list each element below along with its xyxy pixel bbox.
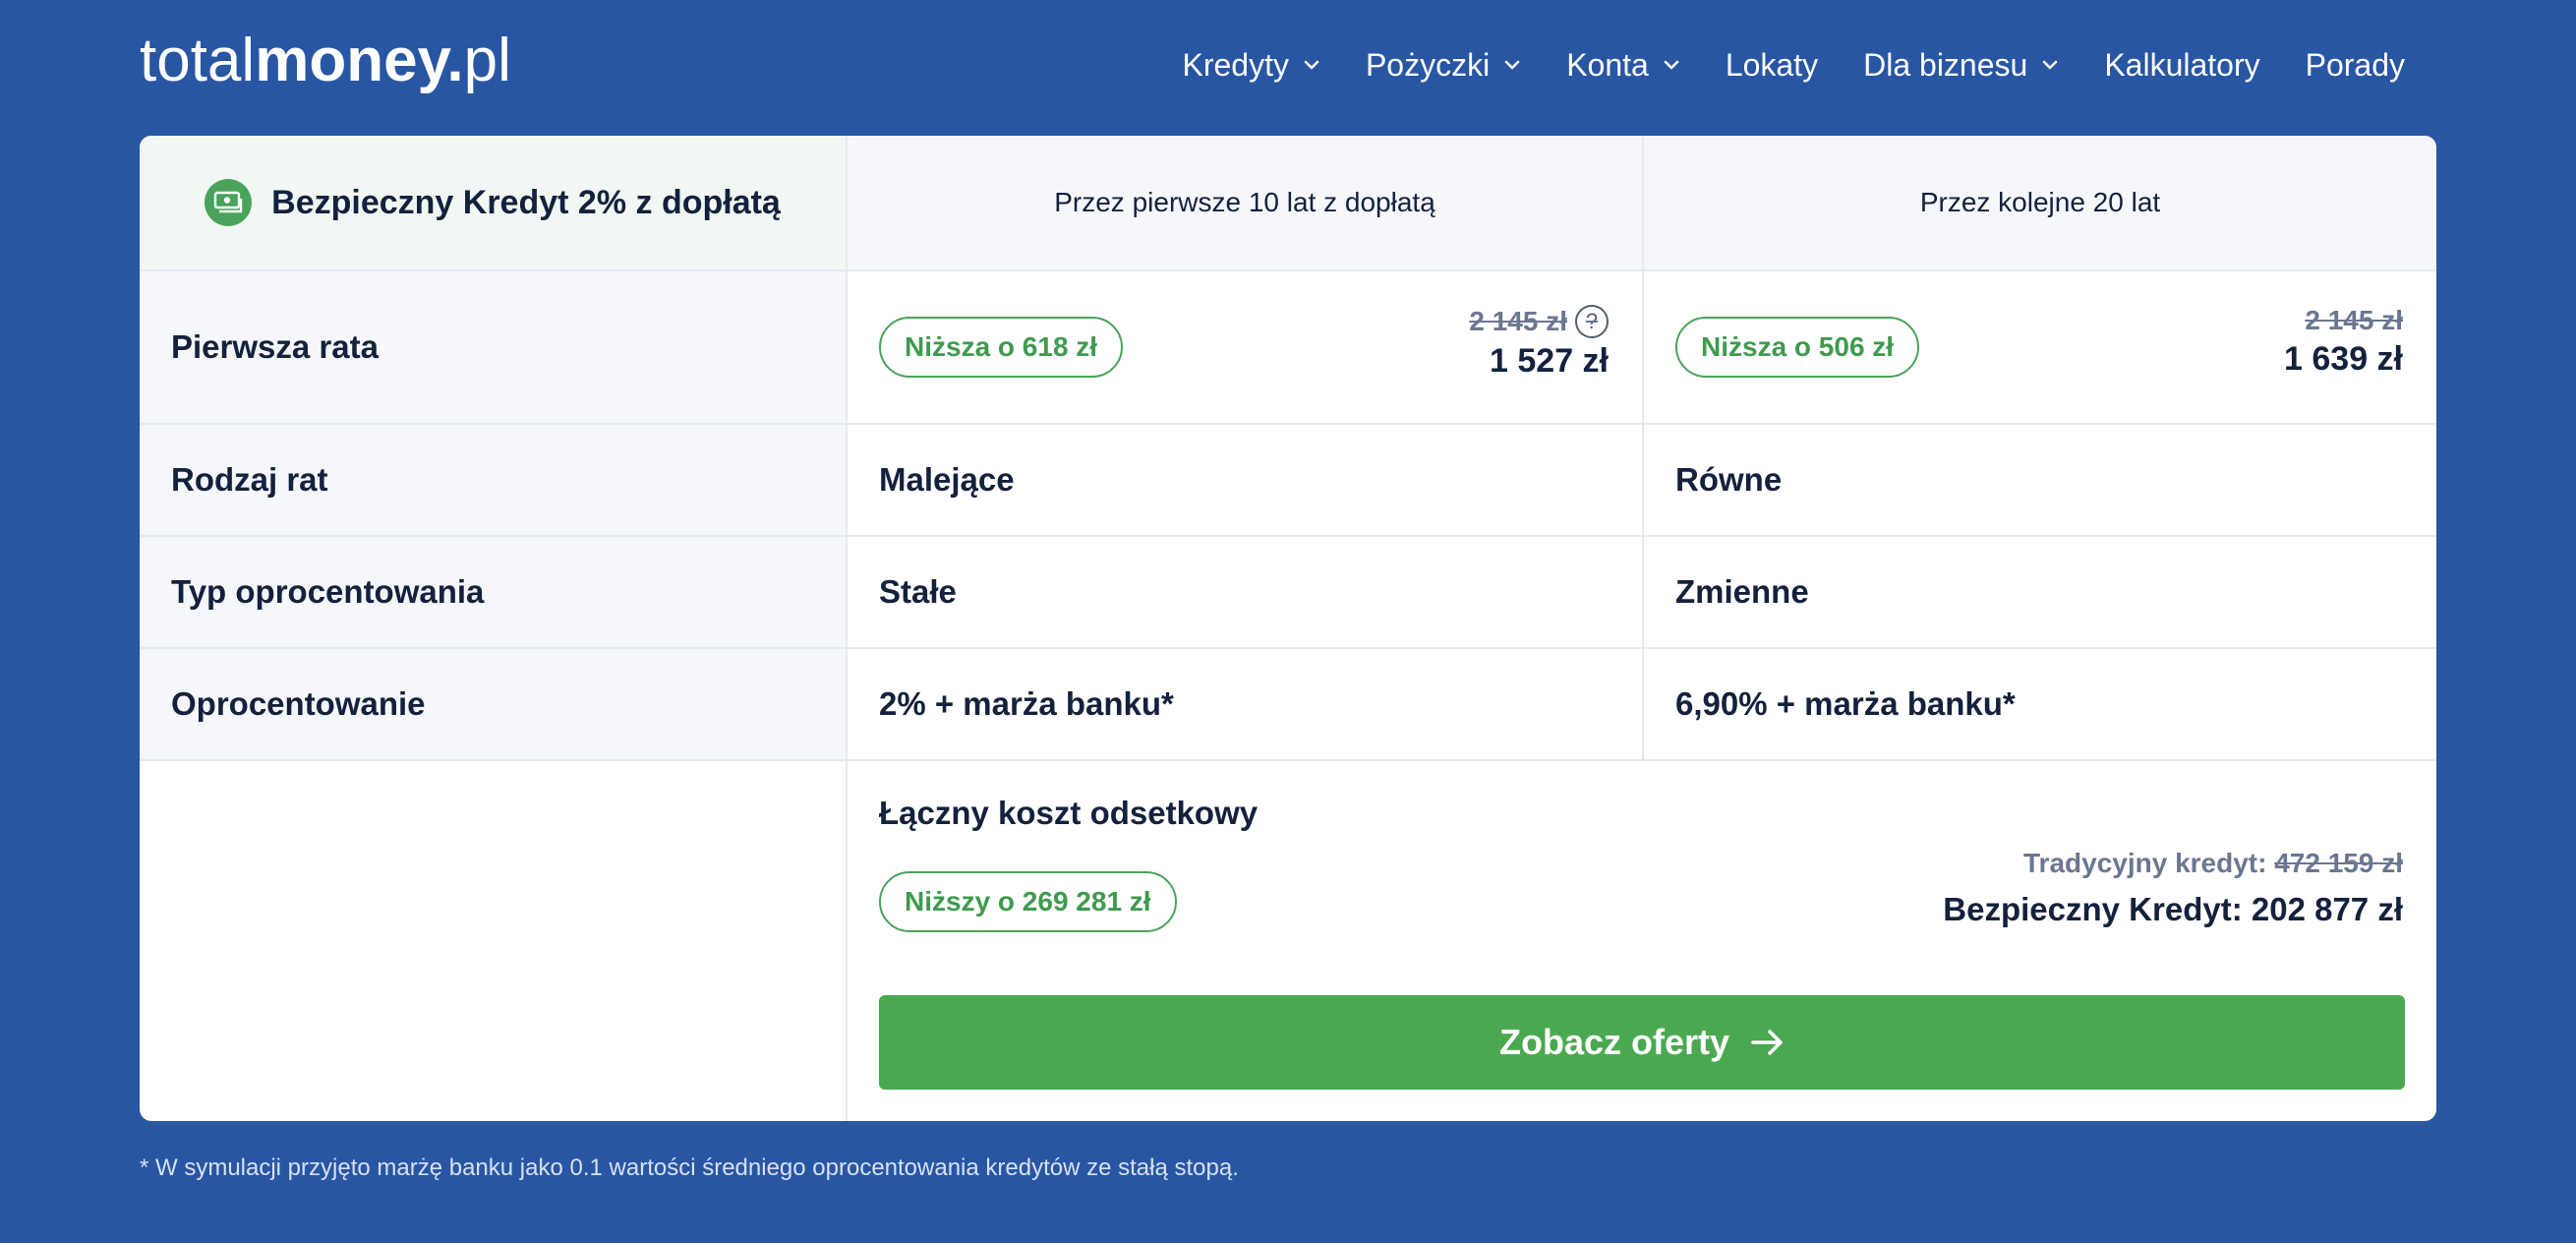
interest-period-2: 6,90% + marża banku* [1675, 685, 2016, 722]
nav-item-kredyty[interactable]: Kredyty [1182, 37, 1319, 92]
chevron-down-icon [2043, 60, 2058, 70]
nav-item-pozyczki[interactable]: Pożyczki [1366, 37, 1521, 92]
nav-item-kalkulatory[interactable]: Kalkulatory [2104, 37, 2259, 92]
nav-item-konta[interactable]: Konta [1566, 37, 1680, 92]
comparison-card: Bezpieczny Kredyt 2% z dopłatą Przez pie… [140, 136, 2436, 1121]
column-divider [1642, 136, 1644, 759]
logo[interactable]: total money. pl [140, 24, 511, 98]
see-offers-button[interactable]: Zobacz oferty [879, 995, 2405, 1090]
arrow-right-icon [1751, 1030, 1783, 1055]
old-price: 2 145 zł [2305, 305, 2403, 335]
savings-badge: Niższa o 506 zł [1675, 317, 1920, 378]
main-nav: Kredyty Pożyczki Konta Lokaty Dla biznes… [1182, 37, 2405, 92]
product-header: Bezpieczny Kredyt 2% z dopłatą [140, 136, 846, 269]
row-divider [140, 535, 2436, 537]
chevron-down-icon [1504, 60, 1520, 70]
row-label-first-installment: Pierwsza rata [140, 271, 846, 423]
money-icon [205, 179, 253, 226]
period-1-header: Przez pierwsze 10 lat z dopłatą [848, 136, 1642, 269]
question-icon[interactable]: ? [1575, 305, 1609, 338]
row-label-rate-type: Typ oprocentowania [140, 537, 846, 647]
interest-period-1: 2% + marża banku* [879, 685, 1174, 722]
total-savings-badge: Niższy o 269 281 zł [879, 871, 1177, 932]
period-2-header: Przez kolejne 20 lat [1644, 136, 2436, 269]
row-divider [140, 759, 2436, 761]
safe-credit-cost: Bezpieczny Kredyt: 202 877 zł [1943, 891, 2403, 927]
chevron-down-icon [1304, 60, 1319, 70]
rate-type-period-2: Zmienne [1675, 573, 1809, 610]
first-installment-price-2: 2 145 zł 1 639 zł [2008, 305, 2403, 379]
total-interest-title: Łączny koszt odsetkowy [879, 795, 1259, 831]
row-divider [140, 269, 2436, 271]
nav-item-porady[interactable]: Porady [2306, 37, 2405, 92]
first-installment-price-1: 2 145 zł ? 1 527 zł [1221, 305, 1609, 381]
nav-item-lokaty[interactable]: Lokaty [1726, 37, 1818, 92]
product-title: Bezpieczny Kredyt 2% z dopłatą [271, 183, 781, 221]
savings-badge: Niższa o 618 zł [879, 317, 1124, 378]
traditional-credit-cost: Tradycyjny kredyt: 472 159 zł [2022, 848, 2403, 878]
row-label-interest: Oprocentowanie [140, 649, 846, 759]
site-header: total money. pl Kredyty Pożyczki Konta Lok… [0, 0, 2576, 128]
installment-type-period-2: Równe [1675, 461, 1783, 498]
chevron-down-icon [1664, 60, 1679, 70]
row-label-installment-type: Rodzaj rat [140, 425, 846, 535]
row-divider [140, 423, 2436, 425]
old-price: 2 145 zł [1469, 306, 1567, 336]
column-divider [846, 136, 848, 1121]
footnote: * W symulacji przyjęto marżę banku jako … [140, 1154, 1239, 1181]
new-price: 1 527 zł [1490, 342, 1609, 380]
new-price: 1 639 zł [2284, 340, 2403, 378]
nav-item-dla-biznesu[interactable]: Dla biznesu [1863, 37, 2059, 92]
row-divider [140, 647, 2436, 649]
rate-type-period-1: Stałe [879, 573, 957, 610]
installment-type-period-1: Malejące [879, 461, 1015, 498]
